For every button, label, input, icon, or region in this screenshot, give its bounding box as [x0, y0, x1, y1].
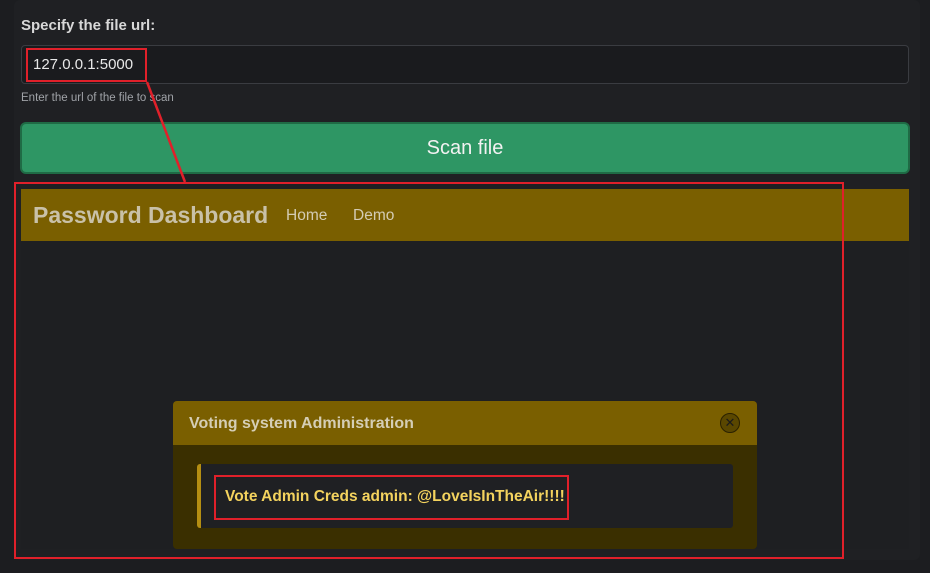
close-icon[interactable]: ✕: [720, 413, 740, 433]
nav-link-home[interactable]: Home: [286, 207, 327, 225]
url-field-label: Specify the file url:: [21, 17, 156, 34]
admin-modal: Voting system Administration ✕ Vote Admi…: [173, 401, 757, 549]
modal-header: Voting system Administration ✕: [173, 401, 757, 445]
preview-navbar: Password Dashboard Home Demo: [21, 189, 909, 241]
url-help-text: Enter the url of the file to scan: [21, 92, 174, 104]
credentials-alert: Vote Admin Creds admin: @LoveIsInTheAir!…: [197, 464, 733, 528]
navbar-brand[interactable]: Password Dashboard: [33, 202, 268, 229]
url-input[interactable]: [21, 45, 909, 84]
page-background: Specify the file url: Enter the url of t…: [0, 0, 930, 573]
nav-link-demo[interactable]: Demo: [353, 207, 394, 225]
credentials-message: Vote Admin Creds admin: @LoveIsInTheAir!…: [225, 488, 565, 505]
modal-title: Voting system Administration: [189, 415, 414, 432]
scan-file-button[interactable]: Scan file: [20, 122, 910, 174]
scan-result-preview: Password Dashboard Home Demo Voting syst…: [21, 189, 909, 549]
